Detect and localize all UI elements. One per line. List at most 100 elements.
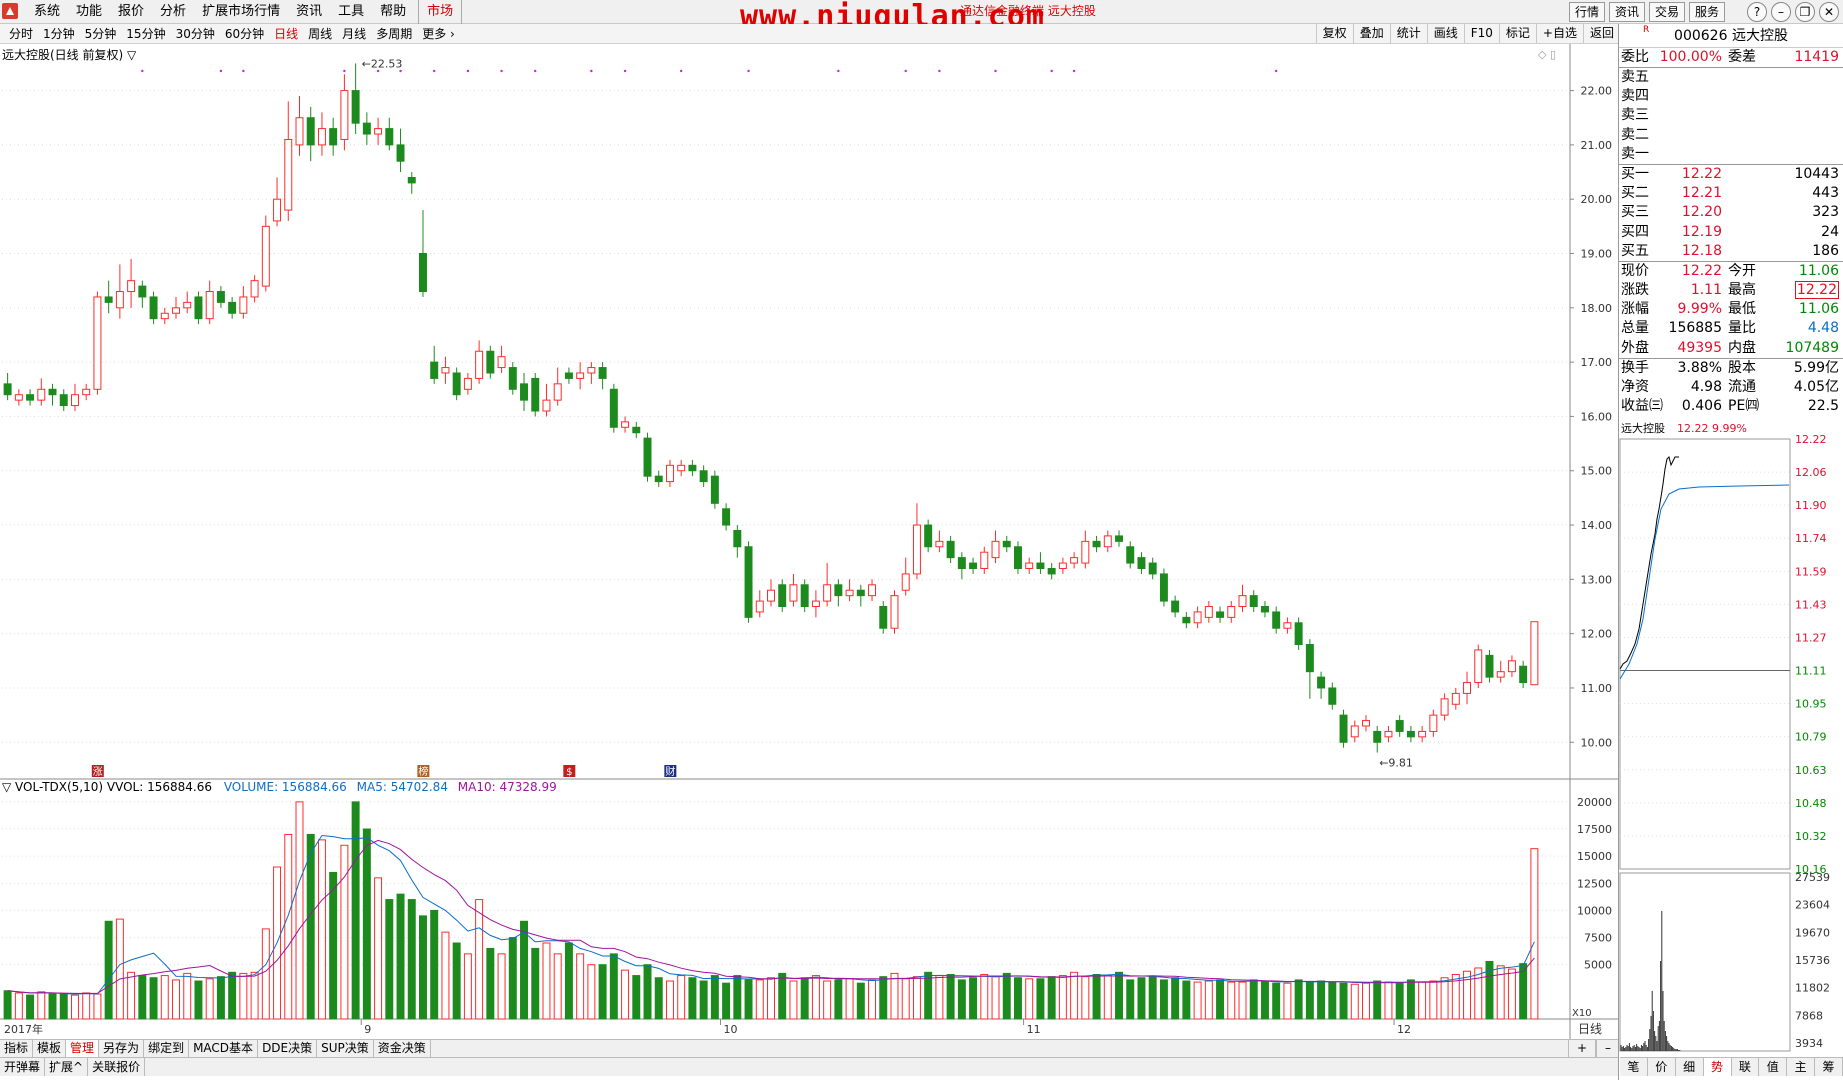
bottom-tab-4[interactable]: 联 (1732, 1058, 1760, 1076)
tool-button-0[interactable]: 复权 (1315, 24, 1353, 43)
stat-label: 涨幅 (1621, 301, 1649, 318)
chart-bg (0, 44, 1620, 1039)
vol-indicator-name[interactable]: ▽ VOL-TDX(5,10) (2, 780, 103, 794)
indicator-tab-8[interactable]: 资金决策 (374, 1040, 431, 1057)
volume-bar (82, 992, 91, 1020)
minimize-icon[interactable]: – (1771, 2, 1791, 22)
price-tick-label: 19.00 (1581, 248, 1613, 261)
bottom-tab-6[interactable]: 主 (1787, 1058, 1816, 1076)
period-tab-3[interactable]: 15分钟 (121, 24, 170, 44)
bottom-tab-0[interactable]: 笔 (1620, 1058, 1648, 1076)
candle-body (969, 562, 978, 569)
top-menu-2[interactable]: 交易 (1648, 2, 1685, 22)
menu-item-2[interactable]: 报价 (110, 0, 152, 24)
chart-corner-icons[interactable]: ◇ ▯ (1538, 48, 1556, 61)
price-tick-label: 13.00 (1581, 573, 1613, 586)
menu-item-6[interactable]: 工具 (330, 0, 372, 24)
bottom-tab-5[interactable]: 值 (1759, 1058, 1788, 1076)
volume-bar (1507, 968, 1516, 1020)
indicator-tab-0[interactable]: 指标 (0, 1040, 34, 1057)
period-tab-9[interactable]: 多周期 (371, 24, 417, 44)
period-tab-7[interactable]: 周线 (303, 24, 337, 44)
period-tab-5[interactable]: 60分钟 (220, 24, 269, 44)
margin-badge: R (1643, 25, 1650, 35)
tool-button-5[interactable]: 标记 (1498, 24, 1536, 43)
period-tab-1[interactable]: 1分钟 (38, 24, 80, 44)
menu-item-0[interactable]: 系统 (26, 0, 68, 24)
volume-bar (1249, 979, 1258, 1020)
candle-body (93, 296, 102, 390)
restore-icon[interactable]: ❐ (1795, 2, 1815, 22)
indicator-tab-4[interactable]: 绑定到 (144, 1040, 190, 1057)
candle-body (1002, 540, 1011, 548)
top-menu-3[interactable]: 服务 (1688, 2, 1725, 22)
volume-bar (823, 980, 832, 1020)
extension-tab-1[interactable]: 扩展^ (45, 1058, 89, 1076)
tool-button-1[interactable]: 叠加 (1352, 24, 1390, 43)
volume-bar (452, 942, 461, 1020)
close-icon[interactable]: ✕ (1819, 2, 1839, 22)
indicator-tab-3[interactable]: 另存为 (99, 1040, 145, 1057)
menu-item-3[interactable]: 分析 (152, 0, 194, 24)
tool-button-3[interactable]: 画线 (1426, 24, 1464, 43)
quote-panel: R 000626 远大控股 委比 100.00% 委差 11419 卖五 卖四 卖三 卖二 卖一… (1618, 24, 1843, 1080)
candle-body (1530, 621, 1539, 686)
indicator-tab-7[interactable]: SUP决策 (317, 1040, 374, 1057)
volume-bar (228, 971, 237, 1020)
candle-body (1137, 557, 1146, 569)
sell-label: 卖三 (1621, 107, 1649, 124)
period-tab-10[interactable]: 更多 › (417, 24, 460, 44)
indicator-tab-6[interactable]: DDE决策 (258, 1040, 318, 1057)
period-tab-0[interactable]: 分时 (4, 24, 38, 44)
candle-body (1182, 616, 1191, 624)
extension-tab-0[interactable]: 开弹幕 (0, 1058, 46, 1076)
help-icon[interactable]: ? (1747, 2, 1767, 22)
extension-tab-2[interactable]: 关联报价 (88, 1058, 146, 1076)
candle-body (800, 584, 809, 608)
window-controls: ? – ❐ ✕ (1747, 2, 1839, 22)
zoom-button-1[interactable]: – (1596, 1040, 1620, 1057)
top-menu-0[interactable]: 行情 (1568, 2, 1605, 22)
bottom-tab-7[interactable]: 筹 (1815, 1058, 1843, 1076)
top-menu-1[interactable]: 资讯 (1608, 2, 1645, 22)
period-tab-8[interactable]: 月线 (337, 24, 371, 44)
indicator-tab-5[interactable]: MACD基本 (189, 1040, 259, 1057)
period-tab-4[interactable]: 30分钟 (171, 24, 220, 44)
intraday-mini-chart[interactable]: 远大控股 12.22 9.99% 12.22 12.06 11.90 11.74 11.59… (1619, 419, 1843, 1056)
period-tab-2[interactable]: 5分钟 (80, 24, 122, 44)
candle-body (531, 377, 540, 412)
event-dot (219, 69, 223, 73)
bottom-tab-3[interactable]: 势 (1703, 1058, 1732, 1076)
menu-item-1[interactable]: 功能 (68, 0, 110, 24)
period-tabs: 分时 1分钟 5分钟 15分钟 30分钟 60分钟 日线 周线 月线 多周期 更多 › (4, 24, 460, 44)
tool-button-7[interactable]: 返回 (1582, 24, 1620, 43)
indicator-tab-2[interactable]: 管理 (66, 1040, 100, 1057)
candle-body (912, 524, 921, 575)
menu-item-5[interactable]: 资讯 (288, 0, 330, 24)
mini-title: 远大控股 (1621, 421, 1665, 435)
weibi-value: 100.00% (1659, 49, 1722, 65)
indicator-tab-1[interactable]: 模板 (33, 1040, 67, 1057)
volume-bar (677, 975, 686, 1020)
volume-bar (1070, 971, 1079, 1020)
menu-market[interactable]: 市场 (418, 0, 463, 24)
kline-chart[interactable]: 10.00 11.00 12.00 13.00 14.00 15.00 16.00 17.00… (0, 44, 1620, 1039)
candle-body (520, 383, 529, 401)
tool-button-6[interactable]: +自选 (1535, 24, 1583, 43)
zoom-button-0[interactable]: + (1567, 1040, 1596, 1057)
menu-item-4[interactable]: 扩展市场行情 (194, 0, 288, 24)
candle-body (1294, 622, 1303, 646)
volume-bar (1193, 981, 1202, 1020)
period-tab-6[interactable]: 日线 (269, 24, 303, 44)
volume-bar (93, 993, 102, 1020)
candle-body (621, 421, 630, 428)
menu-item-7[interactable]: 帮助 (372, 0, 414, 24)
bottom-tab-1[interactable]: 价 (1648, 1058, 1676, 1076)
volume-value: VOLUME: 156884.66 (223, 780, 347, 794)
app-logo-icon[interactable] (2, 3, 18, 19)
tool-button-2[interactable]: 统计 (1389, 24, 1427, 43)
candle-body (250, 280, 259, 298)
tool-button-4[interactable]: F10 (1463, 24, 1499, 43)
bottom-tab-2[interactable]: 细 (1676, 1058, 1704, 1076)
volume-bar (890, 972, 899, 1020)
